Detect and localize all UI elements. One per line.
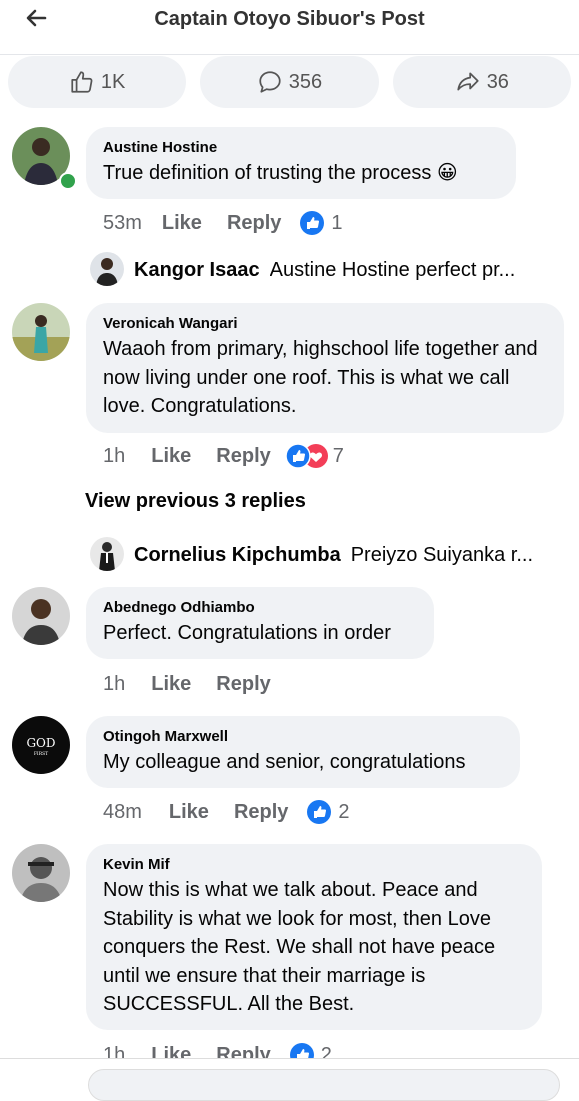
- comment-text: Now this is what we talk about. Peace an…: [103, 879, 496, 1015]
- comment-text: Perfect. Congratulations in order: [103, 622, 391, 644]
- comments-count: 356: [288, 70, 323, 93]
- comment-icon: [259, 71, 281, 93]
- comment-bubble[interactable]: Otingoh Marxwell My colleague and senior…: [86, 716, 520, 788]
- comment-time: 1h: [103, 672, 126, 695]
- likes-button[interactable]: 1K: [8, 56, 187, 108]
- avatar[interactable]: [12, 844, 70, 902]
- reaction-count[interactable]: 7: [333, 445, 344, 468]
- comment-author[interactable]: Otingoh Marxwell: [103, 728, 502, 746]
- comment-author[interactable]: Kevin Mif: [103, 856, 524, 874]
- avatar[interactable]: [12, 303, 70, 361]
- shares-button[interactable]: 36: [392, 56, 571, 108]
- comment-actions: 1h Like Reply 7: [103, 439, 344, 473]
- like-button[interactable]: Like: [151, 673, 191, 696]
- reply-author: Kangor Isaac: [134, 258, 260, 281]
- reaction-count[interactable]: 2: [338, 801, 349, 824]
- comment-actions: 53m Like Reply 1: [103, 206, 343, 240]
- top-bar: Captain Otoyo Sibuor's Post: [0, 0, 579, 55]
- avatar[interactable]: GOD FIRST: [12, 716, 70, 774]
- reply-text: Preiyzo Suiyanka r...: [350, 543, 534, 566]
- reply-text: Austine Hostine perfect pr...: [269, 258, 516, 281]
- reply-button[interactable]: Reply: [216, 673, 270, 696]
- comment-bubble[interactable]: Abednego Odhiambo Perfect. Congratulatio…: [86, 587, 434, 659]
- share-icon: [457, 72, 479, 91]
- like-button[interactable]: Like: [169, 801, 209, 824]
- comment-time: 1h: [103, 444, 126, 467]
- comment-composer-bar: [0, 1058, 579, 1101]
- comment-bubble[interactable]: Kevin Mif Now this is what we talk about…: [86, 844, 542, 1030]
- avatar-photo: [12, 844, 70, 902]
- post-stats: 1K 356 36: [8, 56, 571, 108]
- avatar-photo: [12, 587, 70, 645]
- online-status-dot: [59, 172, 77, 190]
- reply-button[interactable]: Reply: [216, 445, 270, 468]
- comment-input[interactable]: [88, 1069, 560, 1101]
- page-title: Captain Otoyo Sibuor's Post: [154, 8, 425, 30]
- view-previous-replies-link[interactable]: View previous 3 replies: [85, 490, 306, 513]
- comment-text: Waaoh from primary, highschool life toge…: [103, 338, 538, 417]
- likes-count: 1K: [100, 70, 126, 93]
- like-reaction-icon: [300, 211, 325, 235]
- reply-button[interactable]: Reply: [234, 801, 288, 824]
- comments-button[interactable]: 356: [200, 56, 379, 108]
- comment-bubble[interactable]: Veronicah Wangari Waaoh from primary, hi…: [86, 303, 564, 433]
- comment-actions: 48m Like Reply 2: [103, 795, 350, 829]
- reaction-count[interactable]: 1: [331, 212, 342, 235]
- avatar-photo: [12, 303, 70, 361]
- comment-author[interactable]: Abednego Odhiambo: [103, 599, 416, 617]
- reply-button[interactable]: Reply: [227, 212, 281, 235]
- comment-author[interactable]: Austine Hostine: [103, 139, 498, 157]
- svg-text:FIRST: FIRST: [34, 751, 48, 757]
- comment-text: True definition of trusting the process …: [103, 162, 458, 184]
- comment-bubble[interactable]: Austine Hostine True definition of trust…: [86, 127, 516, 199]
- comment-text: My colleague and senior, congratulations: [103, 751, 466, 773]
- like-button[interactable]: Like: [151, 445, 191, 468]
- svg-text:GOD: GOD: [26, 736, 55, 750]
- god-first-logo: GOD FIRST: [12, 716, 70, 774]
- avatar[interactable]: [12, 587, 70, 645]
- comment-time: 53m: [103, 211, 142, 234]
- comment-time: 48m: [103, 800, 142, 823]
- like-reaction-icon: [307, 800, 332, 824]
- thumbs-up-icon: [71, 71, 93, 93]
- comment-author[interactable]: Veronicah Wangari: [103, 315, 546, 333]
- reply-author: Cornelius Kipchumba: [134, 543, 341, 566]
- reply-preview[interactable]: Cornelius Kipchumba Preiyzo Suiyanka r..…: [86, 537, 556, 573]
- comment-actions: 1h Like Reply: [103, 667, 271, 701]
- reply-preview[interactable]: Kangor Isaac Austine Hostine perfect pr.…: [86, 252, 556, 288]
- like-love-reaction-icon: [285, 443, 328, 469]
- shares-count: 36: [486, 70, 509, 93]
- like-button[interactable]: Like: [162, 212, 202, 235]
